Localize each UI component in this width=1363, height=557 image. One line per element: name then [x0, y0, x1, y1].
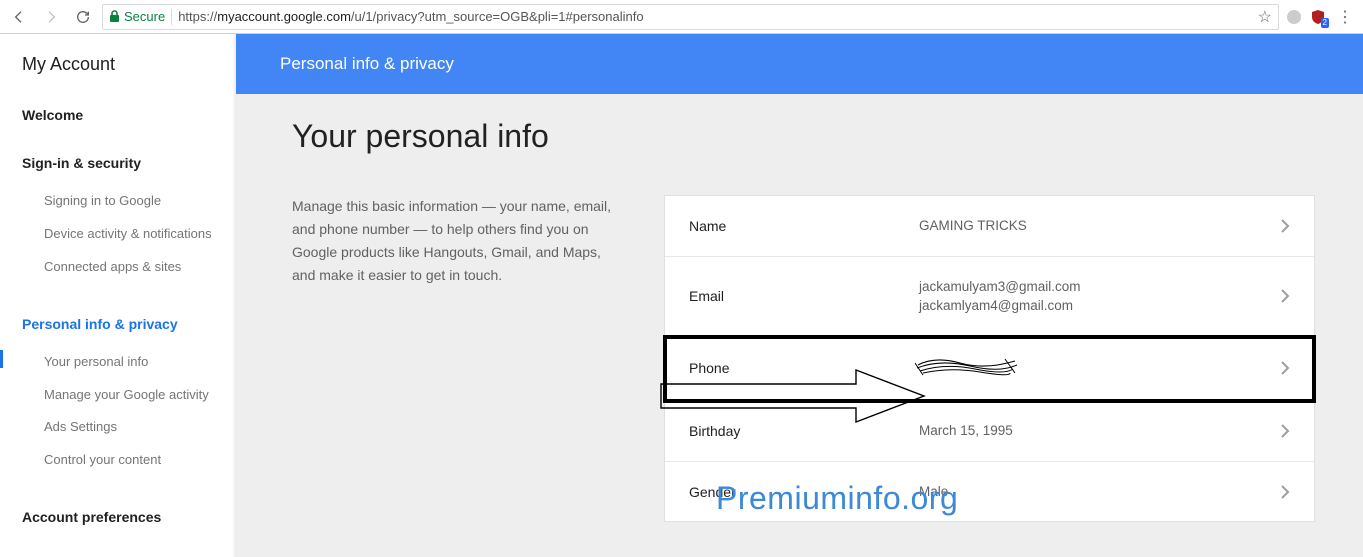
- browser-toolbar: Secure https://myaccount.google.com/u/1/…: [0, 0, 1363, 34]
- brand-title[interactable]: My Account: [0, 50, 236, 75]
- chevron-right-icon: [1280, 484, 1290, 500]
- email-primary: jackamulyam3@gmail.com: [919, 277, 1280, 297]
- sidebar-head-welcome[interactable]: Welcome: [22, 107, 214, 123]
- row-name-label: Name: [689, 218, 919, 234]
- row-gender[interactable]: Gender Male: [665, 462, 1314, 522]
- sidebar-section-welcome: Welcome: [0, 107, 236, 123]
- row-email-value: jackamulyam3@gmail.com jackamlyam4@gmail…: [919, 277, 1280, 316]
- reload-button[interactable]: [70, 4, 96, 30]
- row-birthday[interactable]: Birthday March 15, 1995: [665, 401, 1314, 462]
- forward-button[interactable]: [38, 4, 64, 30]
- divider: [171, 9, 172, 25]
- row-birthday-value: March 15, 1995: [919, 421, 1280, 441]
- page-title: Your personal info: [292, 118, 1315, 155]
- sidebar-link-control-content[interactable]: Control your content: [22, 444, 214, 477]
- email-secondary: jackamlyam4@gmail.com: [919, 296, 1280, 316]
- row-name[interactable]: Name GAMING TRICKS: [665, 196, 1314, 257]
- url-text: https://myaccount.google.com/u/1/privacy…: [178, 9, 1251, 24]
- row-email-label: Email: [689, 288, 919, 304]
- back-button[interactable]: [6, 4, 32, 30]
- row-phone[interactable]: Phone: [665, 337, 1314, 402]
- content-row: Manage this basic information — your nam…: [292, 195, 1315, 522]
- browser-menu-button[interactable]: ⋮: [1333, 7, 1357, 27]
- hero-banner: Personal info & privacy: [236, 34, 1363, 94]
- active-indicator: [0, 350, 3, 368]
- row-name-value: GAMING TRICKS: [919, 216, 1280, 236]
- row-phone-value: [919, 357, 1280, 381]
- sidebar-section-signin: Sign-in & security Signing in to Google …: [0, 155, 236, 284]
- sidebar: My Account Welcome Sign-in & security Si…: [0, 34, 236, 557]
- sidebar-link-personal-info[interactable]: Your personal info: [22, 346, 214, 379]
- sidebar-link-connected-apps[interactable]: Connected apps & sites: [22, 251, 214, 284]
- sidebar-head-privacy[interactable]: Personal info & privacy: [22, 316, 214, 332]
- secure-indicator: Secure: [109, 9, 165, 24]
- sidebar-head-signin[interactable]: Sign-in & security: [22, 155, 214, 171]
- description: Manage this basic information — your nam…: [292, 195, 622, 287]
- row-phone-label: Phone: [689, 360, 919, 376]
- row-gender-label: Gender: [689, 484, 919, 500]
- sidebar-link-device-activity[interactable]: Device activity & notifications: [22, 218, 214, 251]
- secure-label: Secure: [124, 9, 165, 24]
- redacted-scribble: [919, 357, 1014, 375]
- sidebar-section-privacy: Personal info & privacy Your personal in…: [0, 316, 236, 478]
- hero-title: Personal info & privacy: [280, 54, 454, 74]
- row-birthday-label: Birthday: [689, 423, 919, 439]
- chevron-right-icon: [1280, 423, 1290, 439]
- content: Your personal info Manage this basic inf…: [236, 94, 1363, 522]
- chevron-right-icon: [1280, 218, 1290, 234]
- row-gender-value: Male: [919, 482, 1280, 502]
- bookmark-star-icon[interactable]: ☆: [1258, 7, 1272, 27]
- extension-badge: 2: [1321, 18, 1329, 28]
- extension-icon-ublock[interactable]: 2: [1309, 8, 1327, 26]
- chevron-right-icon: [1280, 360, 1290, 376]
- main: Personal info & privacy Your personal in…: [236, 34, 1363, 557]
- sidebar-link-google-activity[interactable]: Manage your Google activity: [22, 379, 214, 412]
- extension-icon-1[interactable]: [1285, 8, 1303, 26]
- lock-icon: [109, 10, 120, 23]
- page: My Account Welcome Sign-in & security Si…: [0, 34, 1363, 557]
- sidebar-link-signing-in[interactable]: Signing in to Google: [22, 185, 214, 218]
- address-bar[interactable]: Secure https://myaccount.google.com/u/1/…: [102, 4, 1279, 30]
- sidebar-section-preferences: Account preferences: [0, 509, 236, 525]
- sidebar-head-preferences[interactable]: Account preferences: [22, 509, 214, 525]
- chevron-right-icon: [1280, 288, 1290, 304]
- info-card: Name GAMING TRICKS Email jackamulyam3@gm…: [664, 195, 1315, 522]
- row-email[interactable]: Email jackamulyam3@gmail.com jackamlyam4…: [665, 257, 1314, 337]
- sidebar-link-ads-settings[interactable]: Ads Settings: [22, 411, 214, 444]
